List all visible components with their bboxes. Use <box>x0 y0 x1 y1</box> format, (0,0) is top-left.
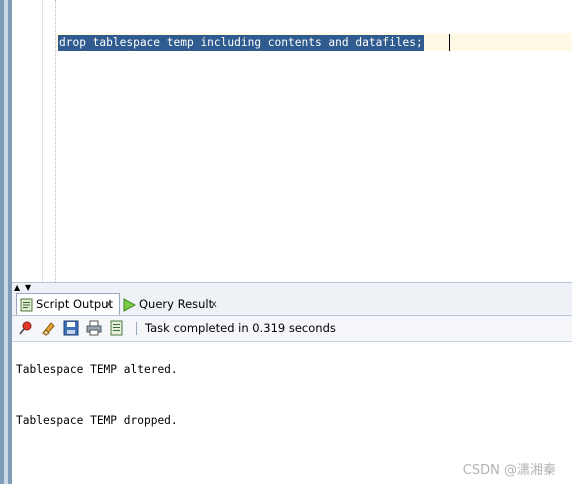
tab-script-output[interactable]: Script Output x <box>16 293 120 315</box>
selected-code-line[interactable]: drop tablespace temp including contents … <box>58 35 424 51</box>
toolbar-separator <box>136 322 137 335</box>
close-icon[interactable]: x <box>106 294 112 315</box>
run-arrow-icon <box>123 298 136 312</box>
close-icon[interactable]: x <box>211 294 217 315</box>
watermark: CSDN @潇湘秦 <box>462 463 556 478</box>
collapse-up-icon[interactable]: ▲ <box>14 284 20 292</box>
output-toolbar: Task completed in 0.319 seconds <box>12 316 572 342</box>
output-tab-strip: Script Output x Query Result x <box>12 292 572 316</box>
line-number-gutter <box>12 0 43 282</box>
tab-script-output-label: Script Output <box>36 297 113 311</box>
sql-editor[interactable]: drop tablespace temp including contents … <box>12 0 572 282</box>
pin-icon[interactable] <box>18 320 34 336</box>
window-left-border <box>0 0 12 484</box>
script-output-icon <box>20 298 33 312</box>
print-icon[interactable] <box>86 320 102 336</box>
tab-query-result[interactable]: Query Result x <box>122 294 242 315</box>
output-line: Tablespace TEMP altered. <box>16 363 178 376</box>
output-line: Tablespace TEMP dropped. <box>16 414 178 427</box>
expand-down-icon[interactable]: ▼ <box>25 284 31 292</box>
save-icon[interactable] <box>63 320 79 336</box>
tab-query-result-label: Query Result <box>139 297 214 311</box>
export-icon[interactable] <box>109 320 125 336</box>
task-status-text: Task completed in 0.319 seconds <box>145 321 336 335</box>
text-caret <box>449 34 450 51</box>
eraser-icon[interactable] <box>40 320 56 336</box>
